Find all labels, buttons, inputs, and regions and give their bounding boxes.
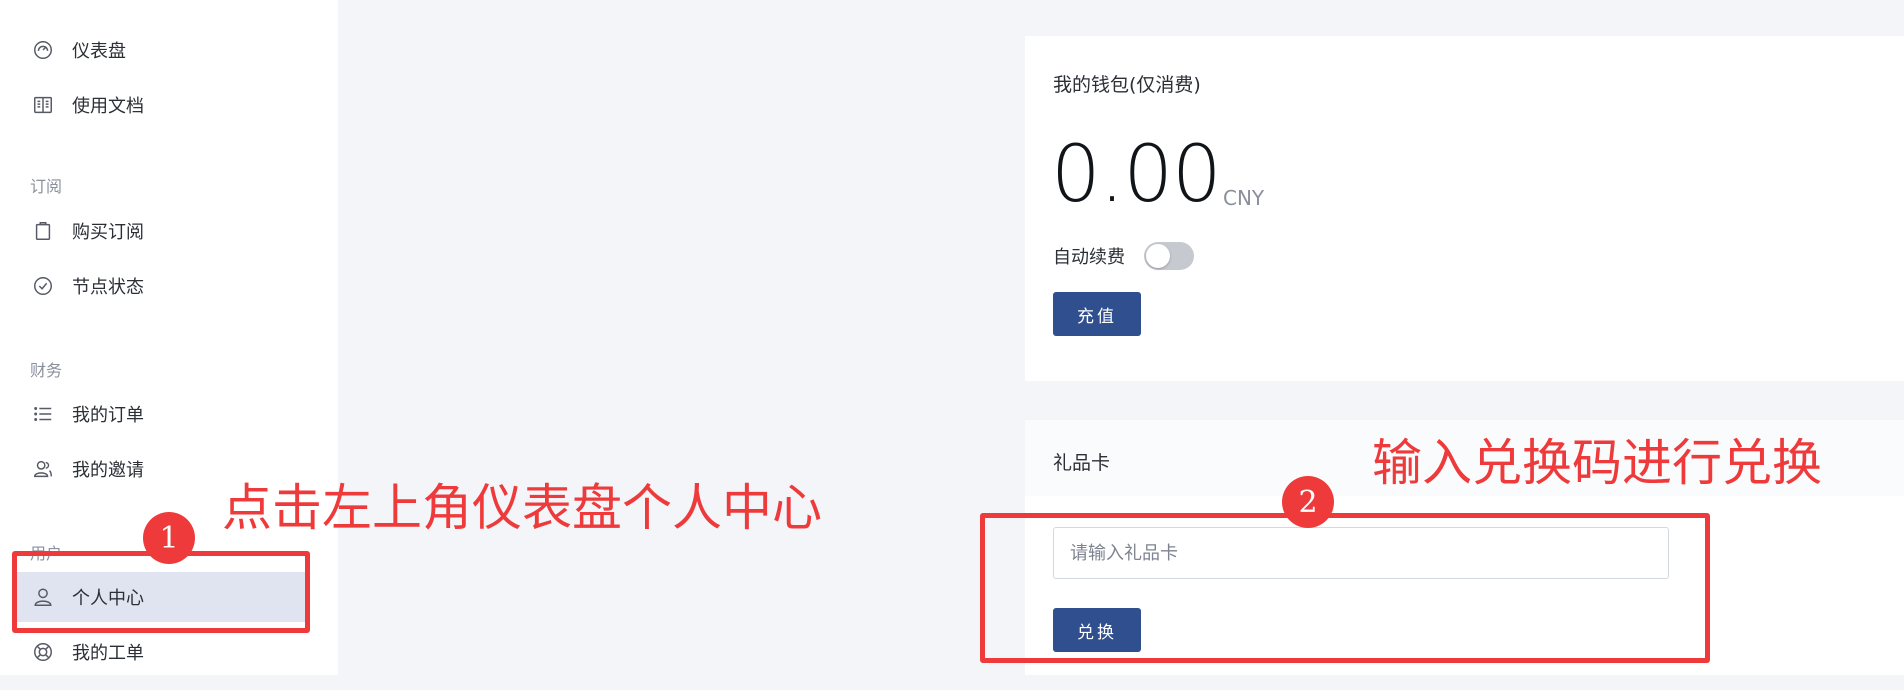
sidebar-item-docs[interactable]: 使用文档	[14, 80, 309, 130]
sidebar-item-my-tickets[interactable]: 我的工单	[14, 627, 309, 677]
clipboard-icon	[32, 220, 54, 242]
wallet-card: 我的钱包(仅消费) 0.00 CNY 自动续费 充值	[1025, 36, 1904, 381]
wallet-title: 我的钱包(仅消费)	[1053, 74, 1201, 96]
gift-card-panel: 礼品卡 兑换	[1025, 420, 1904, 675]
redeem-button[interactable]: 兑换	[1053, 608, 1141, 652]
wallet-currency: CNY	[1223, 186, 1265, 210]
page-root: 仪表盘 使用文档 订阅 购买订阅 节点状态 财务 我的订单 我的邀请 用户 个人…	[0, 0, 1904, 690]
book-icon	[32, 94, 54, 116]
section-label-user: 用户	[30, 544, 63, 563]
sidebar-item-label: 仪表盘	[72, 41, 126, 62]
sidebar-item-my-orders[interactable]: 我的订单	[14, 389, 309, 439]
section-label-finance: 财务	[30, 361, 63, 380]
dashboard-icon	[32, 39, 54, 61]
wallet-balance: 0.00	[1051, 130, 1222, 220]
sidebar-item-dashboard[interactable]: 仪表盘	[14, 25, 309, 75]
gift-card-header: 礼品卡	[1025, 420, 1904, 496]
user-icon	[32, 586, 54, 608]
sidebar-item-node-status[interactable]: 节点状态	[14, 261, 309, 311]
toggle-knob	[1146, 244, 1170, 268]
users-icon	[32, 458, 54, 480]
sidebar-item-label: 购买订阅	[72, 222, 144, 243]
recharge-button[interactable]: 充值	[1053, 292, 1141, 336]
check-circle-icon	[32, 275, 54, 297]
sidebar-item-label: 使用文档	[72, 96, 144, 117]
sidebar-item-label: 个人中心	[72, 588, 144, 609]
auto-renew-toggle[interactable]	[1144, 242, 1194, 270]
list-icon	[32, 403, 54, 425]
section-label-subscription: 订阅	[30, 177, 63, 196]
auto-renew-label: 自动续费	[1053, 247, 1125, 268]
lifebuoy-icon	[32, 641, 54, 663]
gift-card-title: 礼品卡	[1053, 452, 1111, 474]
gift-card-input[interactable]	[1053, 527, 1669, 579]
sidebar-item-buy-subscription[interactable]: 购买订阅	[14, 206, 309, 256]
sidebar-item-label: 我的工单	[72, 643, 144, 664]
sidebar-item-label: 我的邀请	[72, 460, 144, 481]
sidebar: 仪表盘 使用文档 订阅 购买订阅 节点状态 财务 我的订单 我的邀请 用户 个人…	[0, 0, 338, 675]
sidebar-item-my-invites[interactable]: 我的邀请	[14, 444, 309, 494]
sidebar-item-label: 节点状态	[72, 277, 144, 298]
sidebar-item-profile[interactable]: 个人中心	[14, 572, 309, 622]
sidebar-item-label: 我的订单	[72, 405, 144, 426]
